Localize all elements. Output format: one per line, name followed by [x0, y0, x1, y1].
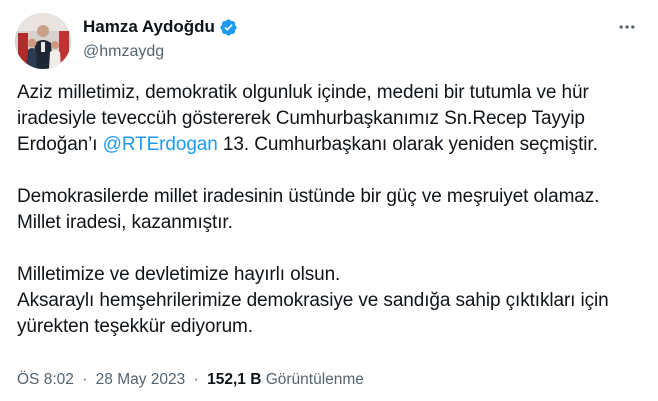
display-name[interactable]: Hamza Aydoğdu	[83, 16, 215, 38]
meta-separator: ·	[82, 371, 88, 388]
tweet-paragraph-1: Aziz milletimiz, demokratik olgunluk içi…	[17, 80, 642, 158]
avatar-photo	[15, 13, 71, 69]
views-label: Görüntülenme	[265, 371, 364, 388]
tweet-text: Aziz milletimiz, demokratik olgunluk içi…	[17, 80, 642, 340]
name-row: Hamza Aydoğdu	[83, 16, 598, 38]
more-options-button[interactable]	[610, 12, 644, 42]
tweet-paragraph-2: Demokrasilerde millet iradesinin üstünde…	[17, 184, 642, 236]
meta-separator: ·	[193, 371, 199, 388]
tweet-time[interactable]: ÖS 8:02	[17, 371, 74, 388]
tweet-text-segment: 13. Cumhurbaşkanı olarak yeniden seçmişt…	[217, 134, 598, 155]
views-count: 152,1 B	[207, 371, 262, 388]
mention-link[interactable]: @RTErdogan	[103, 134, 218, 155]
tweet-meta: ÖS 8:02 · 28 May 2023 · 152,1 B Görüntül…	[17, 370, 364, 390]
tweet-date[interactable]: 28 May 2023	[96, 371, 186, 388]
username-handle[interactable]: @hmzaydg	[83, 42, 598, 62]
tweet-text-line: Millet iradesi, kazanmıştır.	[17, 212, 233, 233]
author-info: Hamza Aydoğdu @hmzaydg	[83, 16, 598, 62]
verified-badge-icon[interactable]	[219, 18, 238, 37]
tweet-paragraph-3: Milletimize ve devletimize hayırlı olsun…	[17, 262, 642, 340]
more-options-icon	[619, 25, 635, 29]
tweet-card: Hamza Aydoğdu @hmzaydg Aziz milletimiz, …	[0, 0, 658, 401]
tweet-text-line: Milletimize ve devletimize hayırlı olsun…	[17, 264, 341, 285]
avatar[interactable]	[15, 13, 71, 69]
tweet-text-line: Aksaraylı hemşehrilerimize demokrasiye v…	[17, 290, 609, 337]
tweet-text-line: Demokrasilerde millet iradesinin üstünde…	[17, 186, 600, 207]
